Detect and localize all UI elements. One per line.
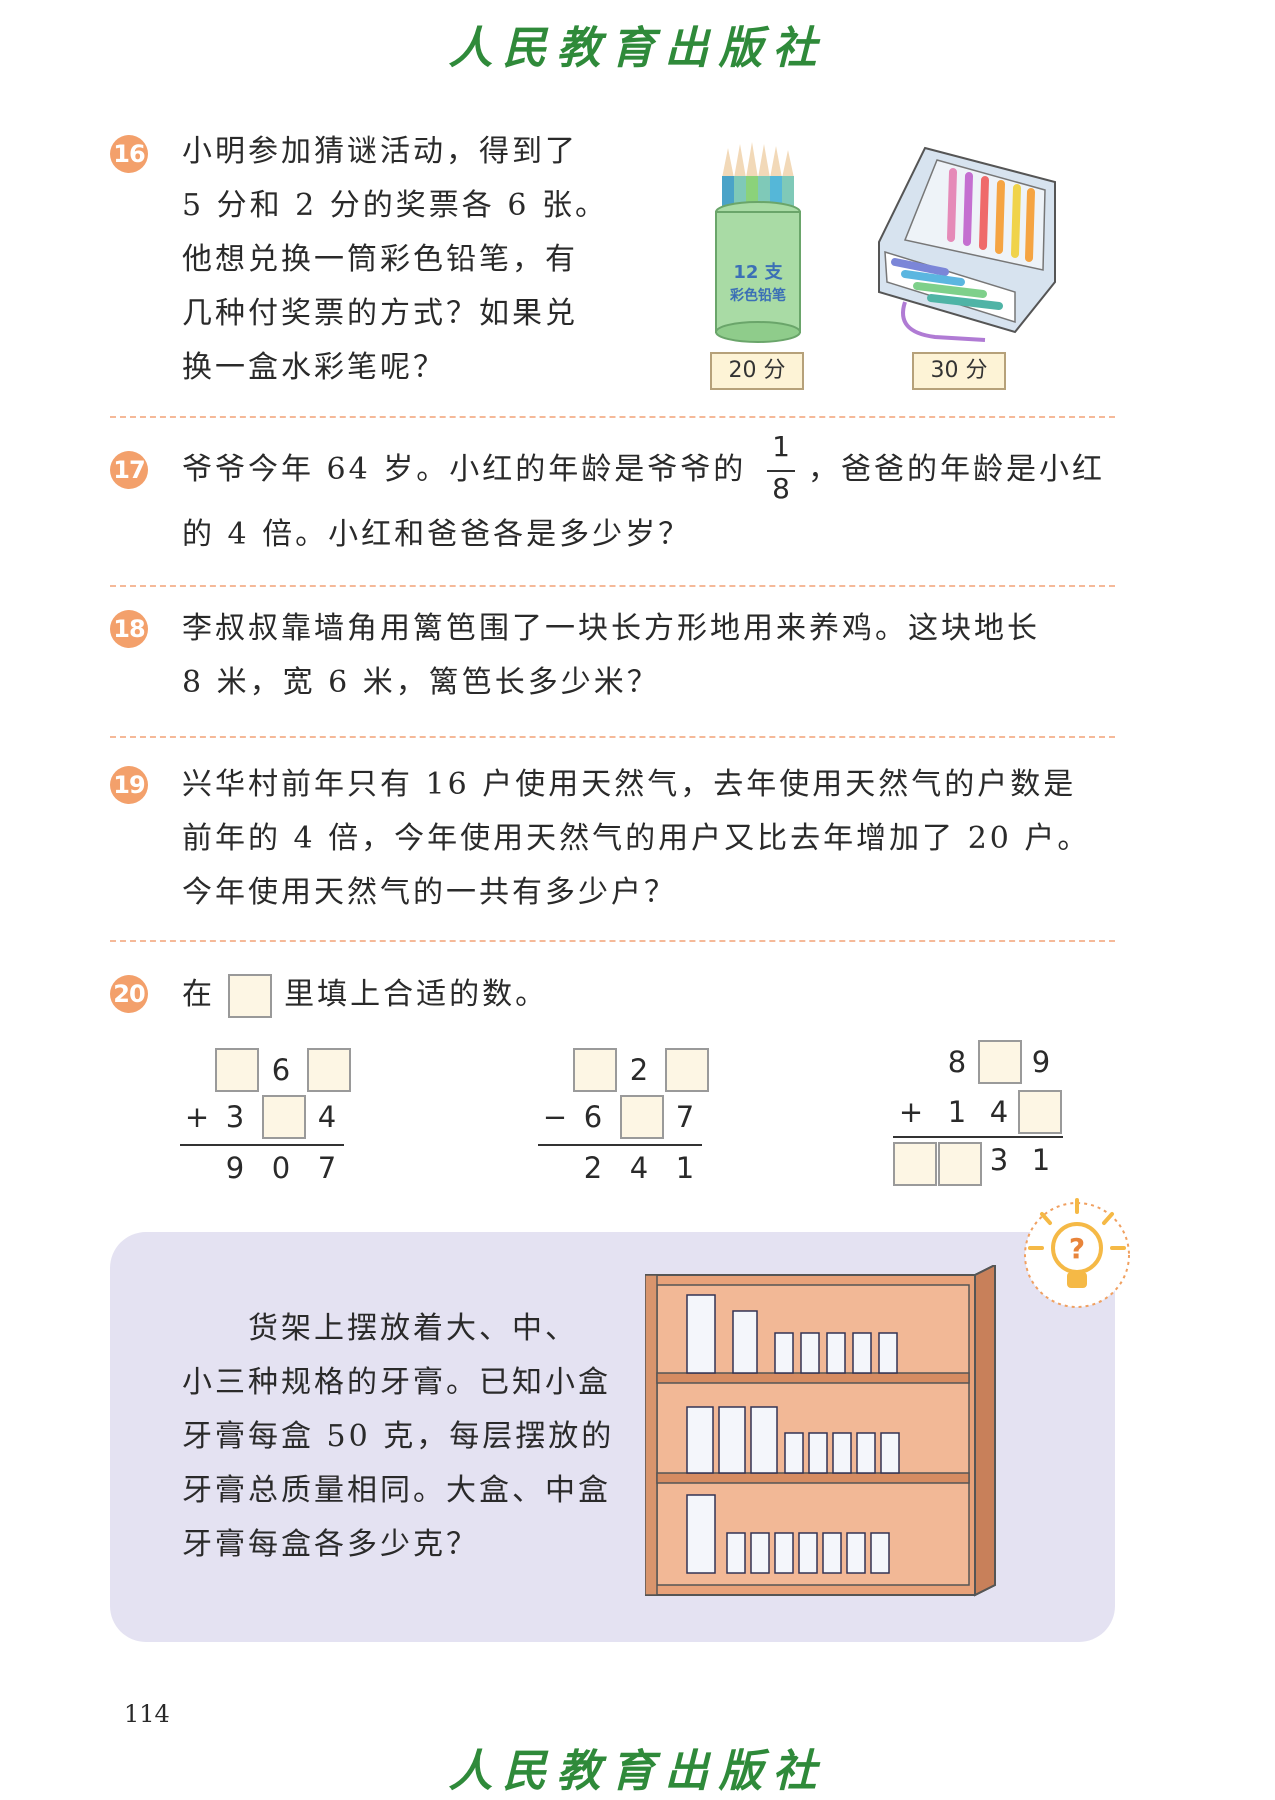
thinking-question-text: 货架上摆放着大、中、 小三种规格的牙膏。已知小盒 牙膏每盒 50 克，每层摆放的… — [182, 1302, 642, 1572]
text-line: 牙膏每盒各多少克？ — [182, 1527, 479, 1562]
digit: 1 — [947, 1095, 967, 1129]
digit: 6 — [583, 1100, 603, 1134]
text-line: 他想兑换一筒彩色铅笔，有 — [182, 242, 578, 277]
sum-line — [893, 1136, 1063, 1138]
answer-box[interactable] — [573, 1048, 617, 1092]
question-number-badge: 17 — [110, 451, 148, 489]
digit: 7 — [317, 1151, 337, 1185]
lightbulb-question-icon: ? — [1024, 1198, 1130, 1308]
digit: 4 — [989, 1095, 1009, 1129]
answer-box[interactable] — [307, 1048, 351, 1092]
question-mark-glyph: ? — [1069, 1232, 1085, 1265]
text-line: 小三种规格的牙膏。已知小盒 — [182, 1365, 611, 1400]
digit: 1 — [1031, 1143, 1051, 1177]
difference-line — [538, 1144, 702, 1146]
answer-box[interactable] — [1018, 1090, 1062, 1134]
question-number-badge: 16 — [110, 135, 148, 173]
operator-sign: + — [184, 1100, 210, 1134]
dashed-divider — [110, 940, 1115, 942]
digit: 9 — [225, 1151, 245, 1185]
digit: 8 — [947, 1045, 967, 1079]
question-number-badge: 18 — [110, 610, 148, 648]
question-18-text: 李叔叔靠墙角用篱笆围了一块长方形地用来养鸡。这块地长 8 米，宽 6 米，篱笆长… — [182, 602, 1040, 710]
text-line: 几种付奖票的方式？如果兑 — [182, 296, 578, 331]
text-line: 前年的 4 倍，今年使用天然气的用户又比去年增加了 20 户。 — [182, 821, 1091, 856]
text-line: 5 分和 2 分的奖票各 6 张。 — [182, 188, 608, 223]
colored-pencils-cup-illustration: 12 支 彩色铅笔 — [715, 142, 801, 343]
text-line: 兴华村前年只有 16 户使用天然气，去年使用天然气的户数是 — [182, 767, 1077, 802]
operator-sign: + — [898, 1095, 924, 1129]
answer-box[interactable] — [978, 1040, 1022, 1084]
text-line: 牙膏每盒 50 克，每层摆放的 — [182, 1419, 615, 1454]
answer-box-sample — [227, 974, 272, 1018]
answer-box[interactable] — [262, 1095, 306, 1139]
dashed-divider — [110, 585, 1115, 587]
page-number: 114 — [124, 1700, 170, 1728]
fraction-numerator: 1 — [772, 430, 790, 463]
dashed-divider — [110, 416, 1115, 418]
digit: 2 — [629, 1053, 649, 1087]
digit: 0 — [271, 1151, 291, 1185]
text-line: 货架上摆放着大、中、 — [248, 1311, 578, 1346]
question-number-badge: 20 — [110, 975, 148, 1013]
digit: 4 — [317, 1100, 337, 1134]
watercolor-markers-case-illustration — [878, 146, 1056, 342]
answer-box[interactable] — [665, 1048, 709, 1092]
answer-box[interactable] — [215, 1048, 259, 1092]
text-line: 换一盒水彩笔呢？ — [182, 350, 446, 385]
instruction-prefix: 在 — [182, 977, 215, 1012]
question-17-line-1a: 爷爷今年 64 岁。小红的年龄是爷爷的 — [182, 452, 747, 487]
digit: 3 — [225, 1100, 245, 1134]
digit: 1 — [675, 1151, 695, 1185]
question-17-line-1b: ，爸爸的年龄是小红 — [808, 452, 1105, 487]
publisher-logo: 人民教育出版社 — [448, 23, 827, 74]
question-19-text: 兴华村前年只有 16 户使用天然气，去年使用天然气的户数是 前年的 4 倍，今年… — [182, 758, 1090, 920]
fraction-denominator: 8 — [772, 472, 790, 505]
sum-line — [180, 1144, 344, 1146]
text-line: 8 米，宽 6 米，篱笆长多少米？ — [182, 665, 660, 700]
answer-box[interactable] — [938, 1142, 982, 1186]
digit: 6 — [271, 1053, 291, 1087]
answer-box[interactable] — [620, 1095, 664, 1139]
operator-sign: − — [542, 1100, 568, 1134]
publisher-logo-footer: 人民教育出版社 — [448, 1746, 827, 1797]
price-tag-markers: 30 分 — [912, 352, 1006, 390]
question-16-text: 小明参加猜谜活动，得到了 5 分和 2 分的奖票各 6 张。 他想兑换一筒彩色铅… — [182, 125, 642, 395]
pencil-type-label: 彩色铅笔 — [729, 287, 786, 304]
question-17-line-2: 的 4 倍。小红和爸爸各是多少岁？ — [182, 517, 692, 552]
digit: 4 — [629, 1151, 649, 1185]
text-line: 牙膏总质量相同。大盒、中盒 — [182, 1473, 611, 1508]
question-20-instruction: 在 里填上合适的数。 — [182, 968, 548, 1022]
dashed-divider — [110, 736, 1115, 738]
text-line: 今年使用天然气的一共有多少户？ — [182, 875, 677, 910]
price-tag-pencils: 20 分 — [710, 352, 804, 390]
digit: 7 — [675, 1100, 695, 1134]
digit: 9 — [1031, 1045, 1051, 1079]
answer-box[interactable] — [893, 1142, 937, 1186]
text-line: 李叔叔靠墙角用篱笆围了一块长方形地用来养鸡。这块地长 — [182, 611, 1040, 646]
instruction-suffix: 里填上合适的数。 — [284, 977, 549, 1012]
question-number-badge: 19 — [110, 766, 148, 804]
digit: 3 — [989, 1143, 1009, 1177]
toothpaste-shelf-illustration — [645, 1265, 996, 1597]
pencil-count-label: 12 支 — [733, 261, 783, 283]
text-line: 小明参加猜谜活动，得到了 — [182, 134, 578, 169]
digit: 2 — [583, 1151, 603, 1185]
